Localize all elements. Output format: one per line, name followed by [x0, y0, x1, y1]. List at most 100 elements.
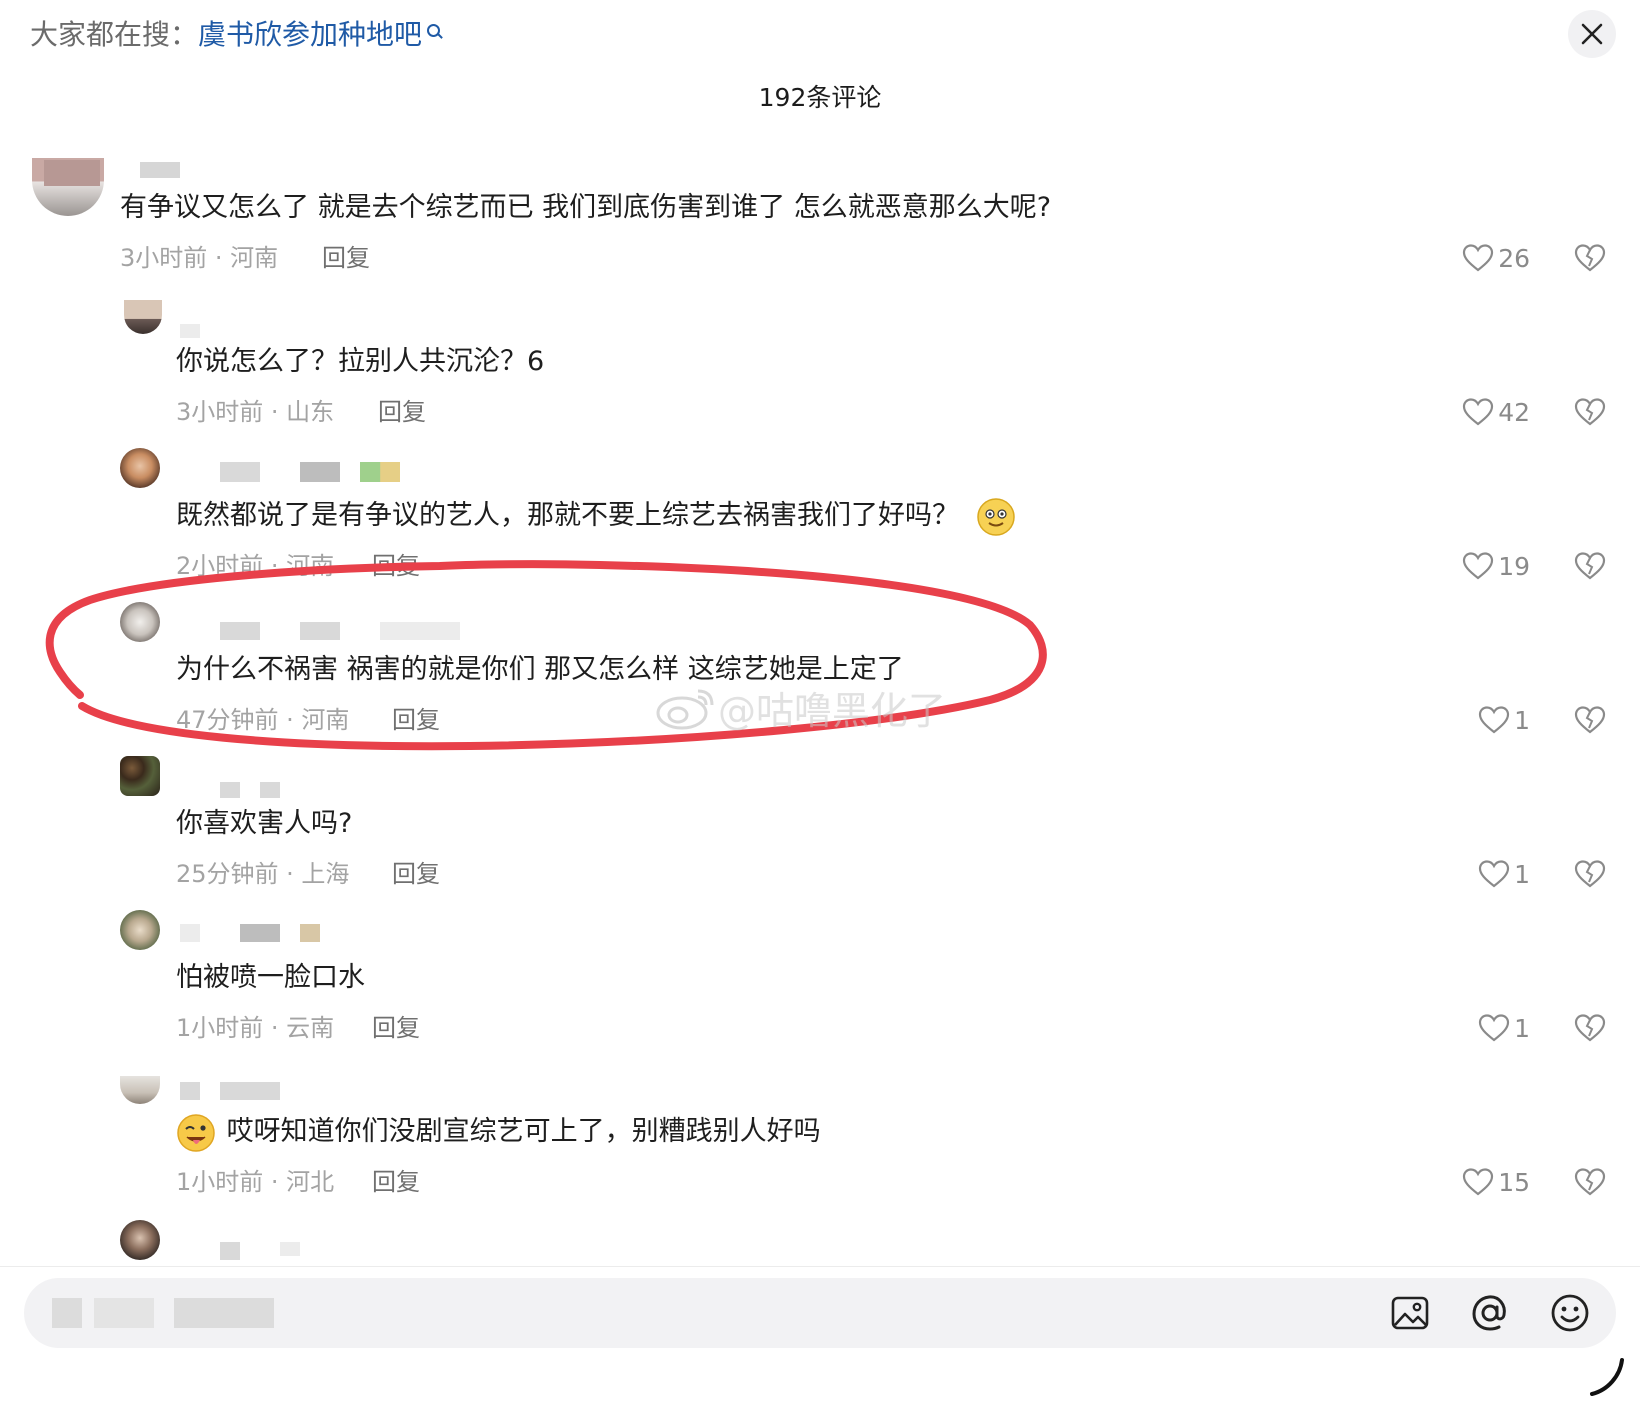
username-blur: [220, 1082, 280, 1100]
username-blur: [300, 622, 340, 640]
dislike-button[interactable]: [1570, 546, 1610, 586]
badge-blur: [300, 924, 320, 942]
broken-heart-icon: [1574, 398, 1606, 426]
username-blur: [180, 924, 200, 942]
like-count: 1: [1514, 1013, 1530, 1043]
username-blur: [140, 162, 180, 178]
emoji-button[interactable]: [1550, 1293, 1590, 1333]
heart-icon: [1478, 860, 1510, 888]
hot-search-keyword[interactable]: 虞书欣参加种地吧: [198, 12, 422, 58]
like-count: 15: [1498, 1167, 1530, 1197]
comment-text-content: 既然都说了是有争议的艺人，那就不要上综艺去祸害我们了好吗？: [176, 500, 959, 531]
comment-count-title: 192条评论: [758, 83, 882, 112]
username-blur: [260, 782, 280, 798]
username-blur: [280, 1242, 300, 1256]
dislike-button[interactable]: [1570, 1008, 1610, 1048]
heart-icon: [1463, 398, 1494, 426]
like-button[interactable]: 1: [1430, 1008, 1530, 1048]
broken-heart-icon: [1574, 706, 1606, 734]
like-button[interactable]: 26: [1430, 238, 1530, 278]
username-blur: [180, 324, 200, 338]
heart-icon: [1463, 552, 1494, 580]
comment-text: 既然都说了是有争议的艺人，那就不要上综艺去祸害我们了好吗？: [176, 496, 1016, 537]
dislike-button[interactable]: [1570, 700, 1610, 740]
avatar[interactable]: [120, 1220, 160, 1260]
avatar[interactable]: [120, 756, 160, 796]
comment-input[interactable]: [46, 1292, 1300, 1336]
like-button[interactable]: 19: [1430, 546, 1530, 586]
winking-tongue-emoji-icon: [177, 1113, 215, 1152]
username-blur: [220, 782, 240, 798]
comment-text: 有争议又怎么了 就是去个综艺而已 我们到底伤害到谁了 怎么就恶意那么大呢?: [120, 192, 1052, 223]
like-count: 26: [1498, 243, 1530, 273]
comment-sheet: 大家都在搜： 虞书欣参加种地吧 192条评论 有争议又怎么了 就是去个综艺而已 …: [0, 0, 1640, 1402]
comment-text: 你说怎么了？拉别人共沉沦？6: [176, 346, 545, 377]
comment-text-content: 哎呀知道你们没剧宣综艺可上了，别糟践别人好吗: [226, 1116, 821, 1147]
comment-meta: 2小时前 · 河南: [176, 552, 335, 580]
dislike-button[interactable]: [1570, 392, 1610, 432]
reply-button[interactable]: 回复: [372, 548, 420, 584]
reply-button[interactable]: 回复: [322, 240, 370, 276]
username-blur: [240, 924, 280, 942]
hot-search-bar[interactable]: 大家都在搜： 虞书欣参加种地吧: [30, 12, 444, 58]
comment-text: 哎呀知道你们没剧宣综艺可上了，别糟践别人好吗: [176, 1112, 821, 1153]
badge-blur: [360, 462, 400, 482]
search-icon[interactable]: [426, 22, 444, 48]
divider: [0, 1266, 1640, 1267]
image-button[interactable]: [1390, 1293, 1430, 1333]
reply-button[interactable]: 回复: [392, 856, 440, 892]
reply-button[interactable]: 回复: [372, 1010, 420, 1046]
username-blur: [220, 462, 260, 482]
username-blur: [44, 160, 100, 186]
comment-text: 怕被喷一脸口水: [176, 962, 365, 993]
username-blur: [220, 1242, 240, 1260]
hot-search-prefix: 大家都在搜：: [30, 18, 199, 51]
like-count: 1: [1514, 705, 1530, 735]
sweat-smile-emoji-icon: [976, 497, 1015, 536]
dislike-button[interactable]: [1570, 238, 1610, 278]
comment-meta: 1小时前 · 河北: [176, 1168, 335, 1196]
like-button[interactable]: 1: [1430, 854, 1530, 894]
avatar[interactable]: [120, 1076, 160, 1104]
comment-meta: 1小时前 · 云南: [176, 1014, 335, 1042]
dislike-button[interactable]: [1570, 854, 1610, 894]
resize-handle-icon[interactable]: [1586, 1356, 1626, 1396]
username-blur: [300, 462, 340, 482]
comment-meta: 3小时前 · 山东: [176, 398, 335, 426]
dislike-button[interactable]: [1570, 1162, 1610, 1202]
reply-button[interactable]: 回复: [378, 394, 426, 430]
comment-input-bar: [24, 1278, 1616, 1348]
broken-heart-icon: [1574, 1168, 1606, 1196]
like-button[interactable]: 42: [1430, 392, 1530, 432]
broken-heart-icon: [1574, 860, 1606, 888]
heart-icon: [1478, 706, 1510, 734]
username-blur: [180, 1082, 200, 1100]
avatar[interactable]: [120, 602, 160, 642]
like-count: 19: [1498, 551, 1530, 581]
at-icon: [1472, 1295, 1506, 1331]
comment-text: 为什么不祸害 祸害的就是你们 那又怎么样 这综艺她是上定了: [176, 654, 904, 685]
comment-meta: 25分钟前 · 上海: [176, 860, 350, 888]
avatar[interactable]: [124, 300, 162, 334]
broken-heart-icon: [1574, 244, 1606, 272]
comment-text: 你喜欢害人吗?: [176, 808, 353, 839]
image-icon: [1391, 1296, 1429, 1330]
like-count: 1: [1514, 859, 1530, 889]
like-count: 42: [1498, 397, 1530, 427]
avatar[interactable]: [120, 910, 160, 950]
broken-heart-icon: [1574, 552, 1606, 580]
reply-button[interactable]: 回复: [372, 1164, 420, 1200]
like-button[interactable]: 15: [1430, 1162, 1530, 1202]
comment-meta: 47分钟前 · 河南: [176, 706, 350, 734]
reply-button[interactable]: 回复: [392, 702, 440, 738]
heart-icon: [1478, 1014, 1510, 1042]
mention-button[interactable]: [1470, 1293, 1510, 1333]
avatar[interactable]: [120, 448, 160, 488]
username-blur: [380, 622, 460, 640]
weibo-logo-icon: [656, 689, 714, 729]
broken-heart-icon: [1574, 1014, 1606, 1042]
close-button[interactable]: [1568, 10, 1616, 58]
like-button[interactable]: 1: [1430, 700, 1530, 740]
username-blur: [220, 622, 260, 640]
heart-icon: [1463, 244, 1494, 272]
